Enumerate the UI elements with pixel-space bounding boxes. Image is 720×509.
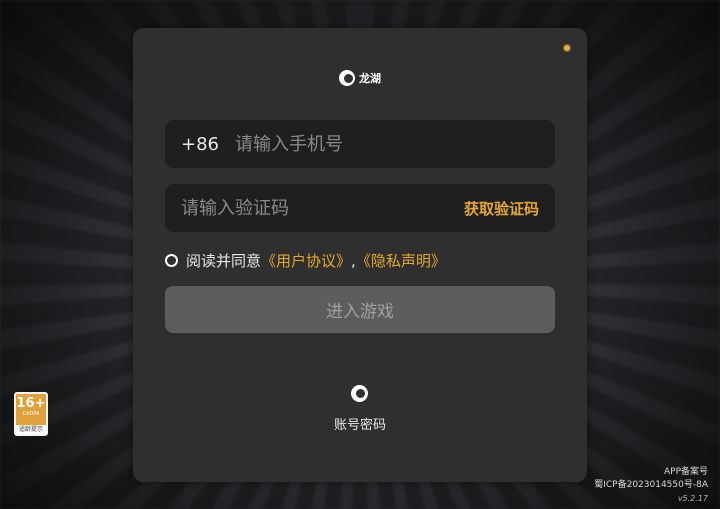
account-login-label[interactable]: 账号密码	[133, 414, 587, 433]
code-input[interactable]	[181, 197, 464, 219]
close-icon[interactable]	[563, 44, 571, 52]
icp-record: 蜀ICP备2023014550号-8A	[594, 480, 708, 490]
dragon-logo-icon	[339, 70, 355, 86]
brand-name: 龙湖	[359, 72, 381, 85]
phone-prefix[interactable]: +86	[181, 134, 219, 155]
user-agreement-link[interactable]: 《用户协议》	[261, 250, 351, 271]
privacy-policy-link[interactable]: 《隐私声明》	[356, 250, 446, 271]
version-label: v5.2.17	[677, 494, 708, 503]
login-panel: 龙湖 +86 获取验证码 阅读并同意 《用户协议》 , 《隐私声明》 进入游戏 …	[133, 28, 587, 482]
age-rating-org: CADPA	[22, 411, 40, 417]
agree-text: 阅读并同意	[186, 252, 262, 270]
enter-game-button[interactable]: 进入游戏	[165, 286, 555, 333]
phone-field: +86	[165, 120, 555, 168]
agreement-row: 阅读并同意 《用户协议》 , 《隐私声明》	[165, 250, 446, 271]
age-rating-tip: 适龄提示	[16, 425, 46, 434]
account-login-icon[interactable]	[351, 385, 368, 402]
code-field: 获取验证码	[165, 184, 555, 232]
brand-logo: 龙湖	[133, 70, 587, 86]
phone-input[interactable]	[235, 133, 539, 155]
app-record-label: APP备案号	[663, 467, 708, 477]
get-code-button[interactable]: 获取验证码	[464, 198, 539, 219]
agree-radio[interactable]	[165, 254, 178, 267]
footer-info: APP备案号 蜀ICP备2023014550号-8A v5.2.17	[594, 466, 708, 505]
age-rating-number: 16+	[16, 396, 46, 411]
age-rating-badge[interactable]: 16+ CADPA 适龄提示	[14, 392, 48, 436]
